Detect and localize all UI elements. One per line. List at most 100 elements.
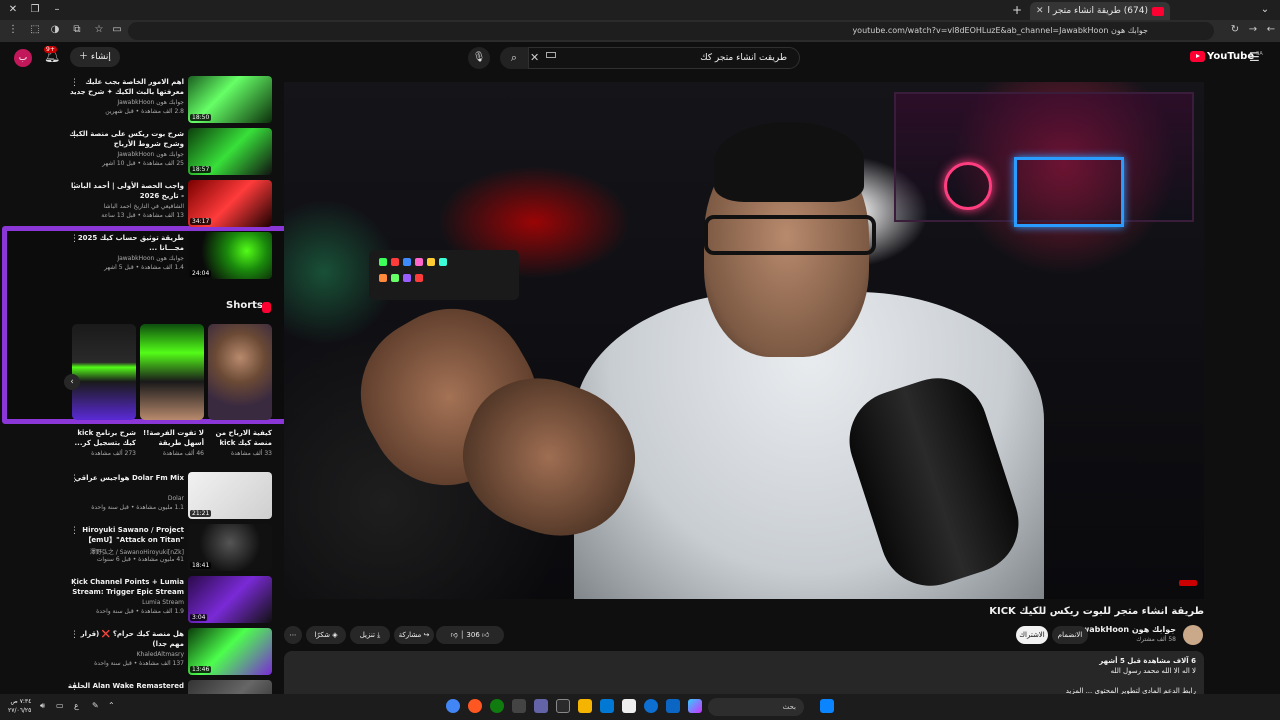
- recommended-video[interactable]: 21:21 Dolar Fm Mix هواجيس عراقي Dolar 1.1 م…: [60, 472, 274, 522]
- channel-avatar[interactable]: [1183, 625, 1203, 645]
- hamburger-menu-icon[interactable]: ☰: [1249, 50, 1260, 64]
- video-thumbnail[interactable]: 24:04: [188, 232, 272, 279]
- more-options-icon[interactable]: ⋮: [70, 182, 79, 192]
- recommended-video-title[interactable]: Kick Channel Points + Lumia Stream: Trig…: [66, 577, 184, 597]
- recommended-video-title[interactable]: شرح بوت ريكس على منصة الكيك وشرح شروط ال…: [66, 129, 184, 149]
- recommended-video-channel[interactable]: جوابك هون JawabkHoon: [66, 255, 184, 262]
- tab-close-icon[interactable]: ✕: [1036, 6, 1044, 16]
- recommended-video-title[interactable]: طريقة توثيق حساب كيك 2025 مجـــانا ...: [66, 233, 184, 253]
- more-options-icon[interactable]: ⋮: [70, 78, 79, 88]
- short-thumbnail[interactable]: [72, 324, 136, 420]
- back-icon[interactable]: ←: [1264, 24, 1278, 35]
- window-minimize-icon[interactable]: –: [50, 3, 64, 17]
- cast-icon[interactable]: ▭: [110, 24, 124, 35]
- short-title[interactable]: شرح برنامج kick كيك بتسجيل كر...: [72, 428, 136, 448]
- edge-icon[interactable]: [644, 699, 658, 713]
- video-player[interactable]: [284, 82, 1204, 599]
- more-options-icon[interactable]: ⋮: [70, 578, 79, 588]
- create-button[interactable]: ＋ إنشاء: [70, 47, 120, 67]
- recommended-video-channel[interactable]: جوابك هون JawabkHoon: [66, 99, 184, 106]
- reload-icon[interactable]: ↻: [1228, 24, 1242, 35]
- more-actions-button[interactable]: ⋯: [284, 626, 302, 644]
- video-thumbnail[interactable]: 13:46: [188, 628, 272, 675]
- short-thumbnail[interactable]: [140, 324, 204, 420]
- app2-icon[interactable]: [666, 699, 680, 713]
- teams-icon[interactable]: [534, 699, 548, 713]
- clear-search-icon[interactable]: ✕: [530, 51, 539, 64]
- short-title[interactable]: لا تفوت الفرصة!! أسهل طريقة للربح...: [140, 428, 204, 448]
- channel-name[interactable]: جوابك هون JawabkHoon: [1073, 625, 1176, 634]
- video-thumbnail[interactable]: 18:57: [188, 128, 272, 175]
- share-button[interactable]: مشاركة ↪: [394, 626, 434, 644]
- recommended-video-channel[interactable]: KhaledAltmasry: [66, 651, 184, 658]
- profile-icon[interactable]: ◑: [48, 24, 62, 35]
- account-avatar[interactable]: ب: [14, 49, 32, 67]
- like-icon[interactable]: 👍︎: [482, 631, 489, 639]
- video-thumbnail[interactable]: [188, 680, 272, 694]
- video-thumbnail[interactable]: 34:17: [188, 180, 272, 227]
- recommended-video[interactable]: 18:41 Hiroyuki Sawano / Project【emU】"Atta…: [60, 524, 274, 574]
- more-options-icon[interactable]: ⋮: [70, 630, 79, 640]
- search-button-icon[interactable]: ⌕: [500, 47, 528, 69]
- terminal-icon[interactable]: [556, 699, 570, 713]
- extension-icon[interactable]: ⬚: [28, 24, 42, 35]
- pen-icon[interactable]: ✎: [92, 701, 99, 710]
- more-options-icon[interactable]: ⋮: [70, 130, 79, 140]
- puzzle-icon[interactable]: ⧉: [70, 24, 84, 35]
- recommended-video-channel[interactable]: Lumia Stream: [66, 599, 184, 606]
- xbox-icon[interactable]: [490, 699, 504, 713]
- recommended-video-channel[interactable]: جوابك هون JawabkHoon: [66, 151, 184, 158]
- recommended-video[interactable]: Alan Wake Remastered الحلقة ...⋮: [60, 680, 274, 694]
- recommended-video-title[interactable]: Alan Wake Remastered الحلقة ...: [66, 681, 184, 694]
- start-windows-icon[interactable]: [820, 699, 834, 713]
- copilot-icon[interactable]: [688, 699, 702, 713]
- recommended-video-title[interactable]: Dolar Fm Mix هواجيس عراقي: [66, 473, 184, 483]
- join-button[interactable]: الانضمام: [1052, 626, 1088, 644]
- short-thumbnail[interactable]: [208, 324, 272, 420]
- shorts-prev-button[interactable]: ‹: [64, 374, 80, 390]
- window-restore-icon[interactable]: ❐: [28, 3, 42, 17]
- search-input[interactable]: طريقت انشاء متجر كك: [528, 47, 800, 69]
- store-icon[interactable]: [622, 699, 636, 713]
- tab-search-icon[interactable]: ⌄: [1258, 3, 1272, 17]
- subscribe-button[interactable]: الاشتراك: [1016, 626, 1048, 644]
- recommended-video-title[interactable]: هل منصة كيك حرام؟ ❌ (قرار مهم جدا): [66, 629, 184, 649]
- bookmark-star-icon[interactable]: ☆: [92, 24, 106, 35]
- recommended-video[interactable]: 18:50 اهم الامور الخاصة بجب عليك معرفتها …: [60, 76, 274, 126]
- more-options-icon[interactable]: ⋮: [70, 234, 79, 244]
- more-options-icon[interactable]: ⋮: [70, 526, 79, 536]
- short-title[interactable]: كيفية الارباح من منصة كيك kick: [208, 428, 272, 448]
- firefox-icon[interactable]: [468, 699, 482, 713]
- recommended-video-title[interactable]: اهم الامور الخاصة بجب عليك معرفتها بالبث…: [66, 77, 184, 97]
- video-thumbnail[interactable]: 18:50: [188, 76, 272, 123]
- volume-icon[interactable]: 🔊︎: [40, 701, 45, 711]
- taskbar-clock[interactable]: ٧:٣٤ ص ٢٧/٠٦/٢٥: [8, 697, 31, 715]
- recommended-video-channel[interactable]: الشافيعي في التاريخ احمد الباشا: [66, 203, 184, 210]
- video-thumbnail[interactable]: 18:41: [188, 524, 272, 571]
- tray-expand-icon[interactable]: ⌃: [108, 701, 115, 710]
- recommended-video-channel[interactable]: Dolar: [66, 495, 184, 502]
- url-field[interactable]: youtube.com/watch?v=vl8dEOHLuzE&ab_chann…: [128, 22, 1214, 40]
- recommended-video-title[interactable]: واجب الحصة الأولى | أحمد الباشا - تاريخ …: [66, 181, 184, 201]
- file-explorer-icon[interactable]: [578, 699, 592, 713]
- dislike-icon[interactable]: 👎︎: [451, 631, 458, 639]
- download-button[interactable]: تنزيل ⤓: [350, 626, 390, 644]
- network-icon[interactable]: ▭: [56, 701, 64, 710]
- recommended-video[interactable]: 24:04 طريقة توثيق حساب كيك 2025 مجـــانا …: [60, 232, 274, 282]
- recommended-video[interactable]: 18:57 شرح بوت ريكس على منصة الكيك وشرح شر…: [60, 128, 274, 178]
- window-close-icon[interactable]: ✕: [6, 3, 20, 17]
- video-thumbnail[interactable]: 3:04: [188, 576, 272, 623]
- voice-search-mic-icon[interactable]: 🎙︎: [468, 47, 490, 69]
- forward-icon[interactable]: →: [1246, 24, 1260, 35]
- recommended-video[interactable]: 3:04 Kick Channel Points + Lumia Stream: …: [60, 576, 274, 626]
- recommended-video[interactable]: 34:17 واجب الحصة الأولى | أحمد الباشا - ت…: [60, 180, 274, 230]
- recommended-video-title[interactable]: Hiroyuki Sawano / Project【emU】"Attack on…: [66, 525, 184, 545]
- more-options-icon[interactable]: ⋮: [70, 474, 79, 484]
- app-icon[interactable]: [512, 699, 526, 713]
- browser-tab-youtube[interactable]: (674) طريقة انشاء متجر للبوت... ✕: [1030, 2, 1170, 20]
- like-dislike-group[interactable]: 👎︎ │ 306 👍︎: [436, 626, 504, 644]
- menu-dots-icon[interactable]: ⋮: [6, 24, 20, 35]
- keyboard-icon[interactable]: [546, 52, 556, 58]
- chrome-icon[interactable]: [446, 699, 460, 713]
- video-thumbnail[interactable]: 21:21: [188, 472, 272, 519]
